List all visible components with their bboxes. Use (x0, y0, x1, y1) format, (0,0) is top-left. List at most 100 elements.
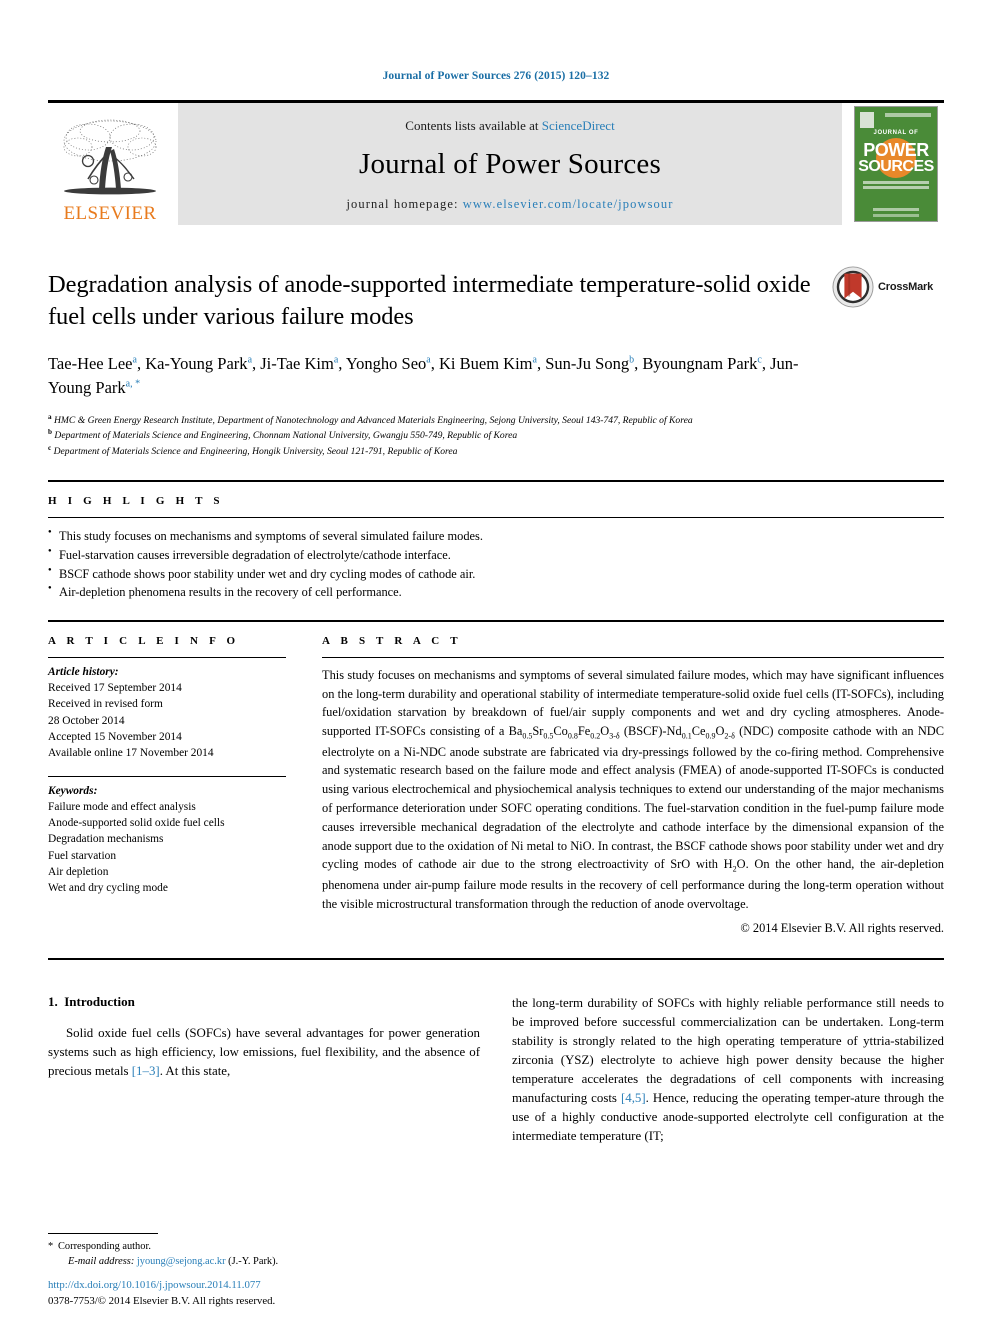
formula-sub: 0.1 (681, 731, 692, 741)
crossmark-label: CrossMark (878, 281, 934, 293)
cover-elsevier-mark (860, 112, 874, 128)
journal-homepage-line: journal homepage: www.elsevier.com/locat… (346, 197, 673, 212)
elsevier-logo: ELSEVIER (48, 103, 172, 225)
author-sep: , (338, 354, 346, 374)
keyword-item: Air depletion (48, 866, 109, 878)
corresponding-author-footnote: * Corresponding author. E-mail address: j… (48, 1232, 480, 1269)
abstract-part: (NDC) composite cathode with an NDC elec… (322, 724, 944, 872)
email-link[interactable]: jyoung@sejong.ac.kr (137, 1256, 226, 1267)
keyword-item: Fuel starvation (48, 849, 117, 862)
author-name: Tae-Hee Lee (48, 354, 133, 374)
abstract-text: This study focuses on mechanisms and sym… (322, 666, 944, 914)
list-item: Fuel-starvation causes irreversible degr… (48, 546, 944, 565)
highlights-heading: H I G H L I G H T S (48, 495, 224, 508)
list-item: This study focuses on mechanisms and sym… (48, 527, 944, 546)
body-columns: 1. Introduction Solid oxide fuel cells (… (48, 994, 944, 1146)
keyword-item: Wet and dry cycling mode (48, 882, 168, 895)
affiliation-item: c Department of Materials Science and En… (48, 444, 824, 458)
issn-copyright-line: 0378-7753/© 2014 Elsevier B.V. All right… (48, 1294, 276, 1307)
author-name: Ka-Young Park (145, 354, 248, 374)
abstract-column: A B S T R A C T This study focuses on me… (322, 635, 944, 937)
affiliation-list: a HMC & Green Energy Research Institute,… (48, 413, 824, 458)
author-name: Yongho Seo (345, 354, 427, 374)
journal-homepage-link[interactable]: www.elsevier.com/locate/jpowsour (463, 197, 674, 211)
keywords-label: Keywords: (48, 784, 98, 797)
keyword-item: Failure mode and effect analysis (48, 800, 196, 813)
formula-sub: 0.5 (522, 731, 533, 741)
article-history-label: Article history: (48, 665, 119, 678)
history-line: Accepted 15 November 2014 (48, 730, 182, 743)
history-line: Received 17 September 2014 (48, 682, 182, 695)
paper-page: Journal of Power Sources 276 (2015) 120–… (0, 0, 992, 1323)
paragraph: Solid oxide fuel cells (SOFCs) have seve… (48, 1024, 480, 1081)
abstract-thin-rule (322, 656, 944, 658)
history-line: Available online 17 November 2014 (48, 747, 214, 760)
citation-link[interactable]: [4,5] (621, 1091, 646, 1105)
formula-part: O (600, 724, 610, 739)
email-line: E-mail address: jyoung@sejong.ac.kr (J.-… (48, 1254, 480, 1269)
elsevier-tree-icon (63, 119, 157, 195)
formula-sub: 0.8 (567, 731, 578, 741)
page-title: Degradation analysis of anode-supported … (48, 271, 811, 330)
crossmark-icon (832, 266, 874, 308)
email-suffix: (J.-Y. Park). (225, 1255, 279, 1267)
cover-sources-label: SOURCES (858, 158, 934, 175)
journal-title: Journal of Power Sources (359, 148, 661, 180)
citation-link[interactable]: [1–3] (132, 1064, 160, 1078)
cover-subtitle-lines (863, 181, 929, 184)
section-number: 1. (48, 994, 58, 1010)
keywords-block: Keywords: Failure mode and effect analys… (48, 783, 286, 897)
author-sep: , (761, 354, 771, 374)
abstract-part: (BSCF)-Nd (619, 724, 682, 739)
formula-sub: 0.9 (705, 731, 716, 741)
journal-band: Contents lists available at ScienceDirec… (178, 103, 842, 225)
journal-masthead: ELSEVIER Contents lists available at Sci… (48, 100, 944, 225)
paragraph-text: Solid oxide fuel cells (SOFCs) have seve… (48, 1026, 480, 1079)
journal-cover-thumbnail: JOURNAL OF POWER SOURCES (854, 106, 938, 222)
abstract-heading: A B S T R A C T (322, 634, 462, 647)
formula-sub: 3-δ (609, 731, 620, 741)
highlights-thin-rule (48, 517, 944, 519)
paragraph: the long-term durability of SOFCs with h… (512, 994, 944, 1146)
author-sep: , (430, 354, 439, 374)
corresponding-author-text: Corresponding author. (58, 1240, 151, 1252)
doi-link[interactable]: http://dx.doi.org/10.1016/j.jpowsour.201… (48, 1279, 261, 1291)
affiliation-mark: a (48, 413, 52, 422)
author-list: Tae-Hee Leea, Ka-Young Parka, Ji-Tae Kim… (48, 352, 824, 399)
article-info-column: A R T I C L E I N F O Article history: R… (48, 635, 286, 937)
author-item: Yongho Seoa, (346, 354, 439, 373)
formula-part: Ce (691, 724, 706, 739)
author-sep: , (136, 354, 146, 374)
keyword-item: Degradation mechanisms (48, 833, 164, 846)
formula-sub: 0.2 (590, 731, 601, 741)
history-line: 28 October 2014 (48, 714, 125, 727)
author-item: Ki Buem Kima, (439, 354, 545, 373)
article-info-thin-rule (48, 656, 286, 658)
author-name: Byoungnam Park (642, 354, 758, 374)
contents-available-line: Contents lists available at ScienceDirec… (405, 118, 614, 134)
formula-sub: 2-δ (724, 731, 735, 741)
info-top-rule (48, 619, 944, 622)
keyword-item: Anode-supported solid oxide fuel cells (48, 817, 225, 830)
title-area: Degradation analysis of anode-supported … (48, 266, 944, 458)
info-abstract-row: A R T I C L E I N F O Article history: R… (48, 635, 944, 937)
running-head: Journal of Power Sources 276 (2015) 120–… (382, 70, 610, 82)
body-column-right: the long-term durability of SOFCs with h… (512, 994, 944, 1146)
elsevier-wordmark: ELSEVIER (63, 203, 157, 224)
corresponding-author-line: * Corresponding author. (48, 1239, 480, 1254)
affiliation-text: Department of Materials Science and Engi… (53, 446, 458, 458)
imprint-block: http://dx.doi.org/10.1016/j.jpowsour.201… (48, 1277, 548, 1309)
author-sep: , (536, 354, 546, 374)
crossmark-badge[interactable]: CrossMark (832, 265, 944, 309)
article-info-heading: A R T I C L E I N F O (48, 634, 240, 647)
section-heading: 1. Introduction (48, 994, 480, 1010)
asterisk-marker: * (48, 1240, 54, 1252)
list-item: Air-depletion phenomena results in the r… (48, 583, 944, 602)
formula-part: Sr (532, 724, 544, 739)
history-line: Received in revised form (48, 698, 163, 711)
doi-line: http://dx.doi.org/10.1016/j.jpowsour.201… (48, 1277, 548, 1293)
contents-prefix: Contents lists available at (405, 118, 542, 133)
homepage-label: journal homepage: (346, 197, 463, 211)
sciencedirect-link[interactable]: ScienceDirect (542, 118, 615, 133)
affiliation-mark: b (48, 428, 52, 437)
